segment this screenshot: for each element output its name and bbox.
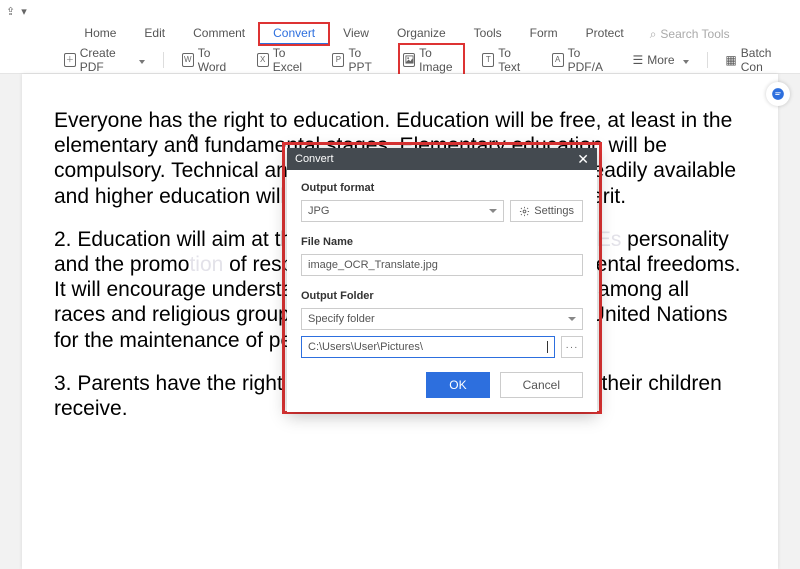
- ok-button[interactable]: OK: [426, 372, 489, 398]
- pdfa-icon: A: [552, 53, 564, 67]
- batch-button[interactable]: ▦ Batch Con: [721, 44, 790, 76]
- dropdown-icon[interactable]: ▾: [21, 5, 27, 18]
- output-format-label: Output format: [301, 182, 583, 194]
- folder-mode-value: Specify folder: [308, 313, 375, 325]
- menu-tools[interactable]: Tools: [460, 23, 516, 45]
- dialog-titlebar: Convert ✕: [287, 148, 597, 170]
- menu-edit[interactable]: Edit: [130, 23, 179, 45]
- folder-path-value: C:\Users\User\Pictures\: [308, 341, 423, 353]
- more-icon: ☰: [632, 53, 643, 67]
- create-pdf-button[interactable]: ＋ Create PDF: [60, 44, 149, 76]
- search-icon: ⌕: [650, 27, 657, 42]
- to-word-button[interactable]: W To Word: [178, 44, 239, 76]
- word-icon: W: [182, 53, 194, 67]
- folder-mode-select[interactable]: Specify folder: [301, 308, 583, 330]
- more-button[interactable]: ☰ More: [628, 51, 692, 69]
- text-cursor: [547, 341, 548, 353]
- to-pdfa-button[interactable]: A To PDF/A: [548, 44, 615, 76]
- to-image-button[interactable]: To Image: [399, 44, 464, 76]
- to-image-label: To Image: [419, 46, 460, 74]
- menu-view[interactable]: View: [329, 23, 383, 45]
- to-ppt-button[interactable]: P To PPT: [328, 44, 385, 76]
- filename-label: File Name: [301, 236, 583, 248]
- chevron-down-icon: [135, 53, 145, 67]
- output-format-value: JPG: [308, 205, 329, 217]
- search-placeholder: Search Tools: [660, 27, 729, 41]
- folder-path-input[interactable]: C:\Users\User\Pictures\: [301, 336, 555, 358]
- text-icon: T: [482, 53, 494, 67]
- grid-icon: ▦: [725, 53, 736, 67]
- to-text-button[interactable]: T To Text: [478, 44, 533, 76]
- to-ppt-label: To PPT: [348, 46, 381, 74]
- dialog-title-text: Convert: [295, 153, 334, 165]
- cancel-button[interactable]: Cancel: [500, 372, 583, 398]
- browse-button[interactable]: ···: [561, 336, 583, 358]
- convert-dialog: Convert ✕ Output format JPG Settings Fil…: [287, 148, 597, 412]
- separator: [707, 52, 708, 68]
- assistant-badge[interactable]: [766, 82, 790, 106]
- image-icon: [403, 53, 415, 67]
- menu-home[interactable]: Home: [70, 23, 130, 45]
- settings-button[interactable]: Settings: [510, 200, 583, 222]
- settings-label: Settings: [534, 205, 574, 217]
- share-icon[interactable]: ⇪: [6, 5, 15, 18]
- menu-organize[interactable]: Organize: [383, 23, 460, 45]
- chevron-down-icon: [679, 53, 689, 67]
- to-pdfa-label: To PDF/A: [568, 46, 611, 74]
- search-tools[interactable]: ⌕ Search Tools: [650, 27, 730, 42]
- title-bar: ⇪ ▾: [0, 0, 800, 22]
- to-excel-button[interactable]: X To Excel: [253, 44, 315, 76]
- more-label: More: [647, 53, 674, 67]
- menu-bar: Home Edit Comment Convert View Organize …: [0, 22, 800, 46]
- menu-form[interactable]: Form: [516, 23, 572, 45]
- output-folder-label: Output Folder: [301, 290, 583, 302]
- close-icon[interactable]: ✕: [577, 152, 589, 166]
- menu-protect[interactable]: Protect: [572, 23, 638, 45]
- gear-icon: [519, 206, 530, 217]
- menu-comment[interactable]: Comment: [179, 23, 259, 45]
- filename-input[interactable]: image_OCR_Translate.jpg: [301, 254, 583, 276]
- create-pdf-label: Create PDF: [80, 46, 131, 74]
- to-excel-label: To Excel: [273, 46, 311, 74]
- output-format-select[interactable]: JPG: [301, 200, 504, 222]
- ppt-icon: P: [332, 53, 344, 67]
- to-word-label: To Word: [198, 46, 235, 74]
- separator: [163, 52, 164, 68]
- convert-toolbar: ＋ Create PDF W To Word X To Excel P To P…: [0, 46, 800, 74]
- excel-icon: X: [257, 53, 269, 67]
- filename-value: image_OCR_Translate.jpg: [308, 259, 438, 271]
- chat-icon: [771, 87, 785, 101]
- batch-label: Batch Con: [741, 46, 786, 74]
- plus-icon: ＋: [64, 53, 76, 67]
- to-text-label: To Text: [498, 46, 529, 74]
- menu-convert[interactable]: Convert: [259, 23, 329, 45]
